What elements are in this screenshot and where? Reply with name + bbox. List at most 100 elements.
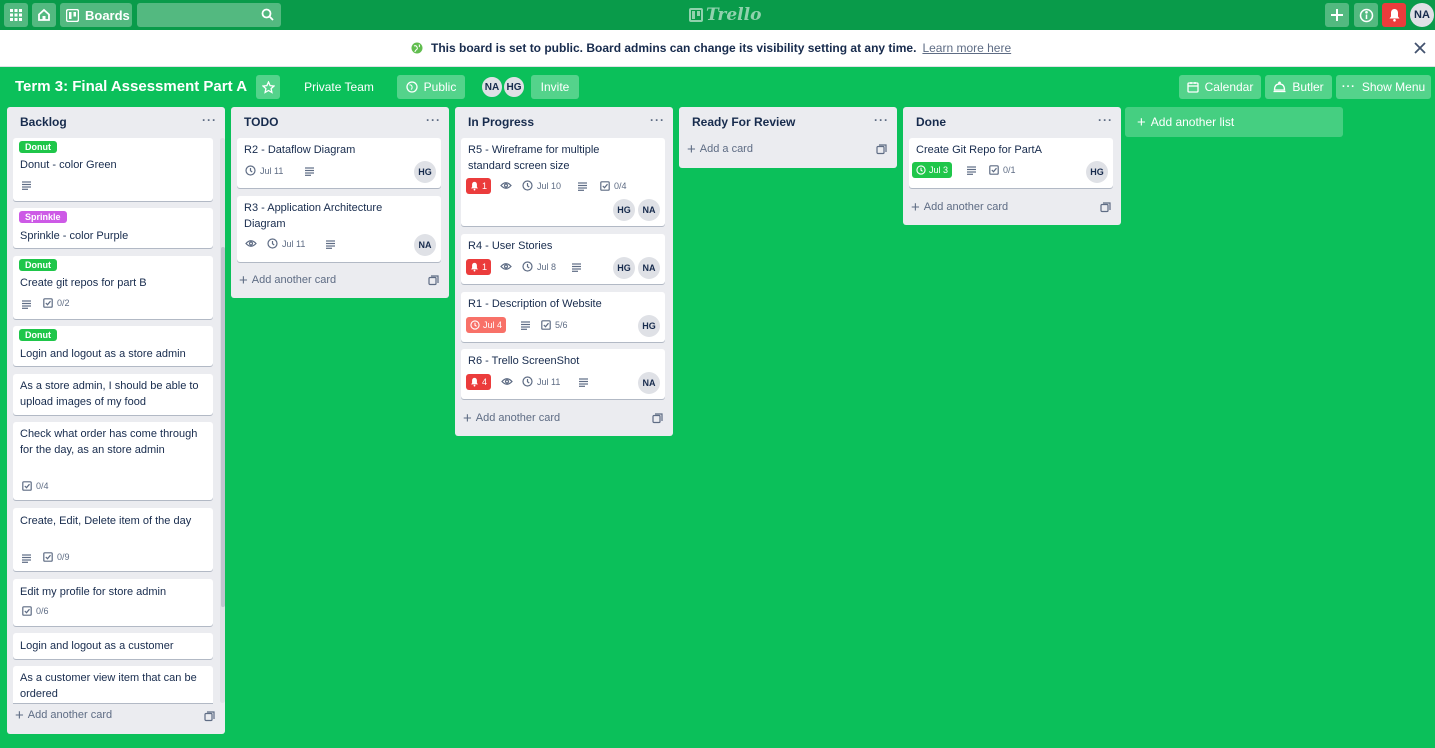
- bell-icon: [1389, 9, 1399, 22]
- due-date: Jul 11: [282, 238, 306, 249]
- description-icon: [22, 554, 31, 563]
- card-title: R3 - Application Architecture Diagram: [244, 202, 383, 230]
- list-title[interactable]: In Progress: [468, 115, 534, 129]
- butler-button[interactable]: Butler: [1265, 75, 1332, 99]
- card-title: Create, Edit, Delete item of the day: [20, 515, 192, 527]
- home-button[interactable]: [32, 3, 56, 27]
- list-title[interactable]: Done: [916, 115, 946, 129]
- checklist-count: 0/4: [36, 481, 49, 491]
- card-upload-images[interactable]: As a store admin, I should be able to up…: [13, 374, 213, 415]
- template-icon[interactable]: [652, 413, 663, 424]
- member-avatar-na[interactable]: NA: [481, 76, 503, 98]
- template-icon[interactable]: [428, 275, 439, 286]
- description-icon: [521, 321, 530, 330]
- list-title[interactable]: Ready For Review: [692, 115, 795, 129]
- description-icon: [578, 182, 587, 191]
- star-button[interactable]: [256, 75, 280, 99]
- member-avatar-hg[interactable]: HG: [613, 199, 635, 221]
- card-r3-application-architecture[interactable]: R3 - Application Architecture Diagram Ju…: [237, 196, 441, 262]
- add-list-button[interactable]: + Add another list: [1125, 107, 1343, 137]
- card-title: R6 - Trello ScreenShot: [468, 355, 580, 367]
- checklist-badge: 0/1: [989, 165, 1016, 175]
- calendar-button[interactable]: Calendar: [1179, 75, 1261, 99]
- card-create-git-repos[interactable]: Donut Create git repos for part B 0/2: [13, 256, 213, 319]
- member-avatar-na[interactable]: NA: [638, 257, 660, 279]
- member-avatar-na[interactable]: NA: [638, 372, 660, 394]
- card-r2-dataflow-diagram[interactable]: R2 - Dataflow Diagram Jul 11 HG: [237, 138, 441, 188]
- watching-badge: [500, 262, 512, 271]
- invite-button[interactable]: Invite: [531, 75, 579, 99]
- list-menu-icon[interactable]: ···: [202, 113, 217, 127]
- calendar-label: Calendar: [1204, 80, 1254, 94]
- notification-count: 1: [482, 262, 488, 272]
- add-card-button[interactable]: + Add a card: [687, 142, 753, 157]
- card-title: As a store admin, I should be able to up…: [20, 380, 199, 408]
- list-scrollbar-thumb[interactable]: [221, 247, 225, 607]
- card-r6-trello-screenshot[interactable]: R6 - Trello ScreenShot 4 Jul 11 NA: [461, 349, 665, 399]
- team-label: Private Team: [304, 80, 374, 94]
- due-date: Jul 8: [537, 261, 557, 272]
- checklist-count: 0/4: [614, 181, 627, 191]
- trello-logo[interactable]: Trello: [689, 5, 761, 25]
- card-create-edit-delete[interactable]: Create, Edit, Delete item of the day 0/9: [13, 508, 213, 571]
- member-avatar-hg[interactable]: HG: [503, 76, 525, 98]
- member-avatar-na[interactable]: NA: [414, 234, 436, 256]
- card-check-orders[interactable]: Check what order has come through for th…: [13, 422, 213, 500]
- add-card-button[interactable]: + Add another card: [239, 273, 336, 288]
- checklist-icon: [989, 165, 999, 175]
- card-create-git-repo-parta[interactable]: Create Git Repo for PartA Jul 3 0/1 HG: [909, 138, 1113, 188]
- card-donut-color-green[interactable]: Donut Donut - color Green: [13, 138, 213, 201]
- apps-button[interactable]: [4, 3, 28, 27]
- list-title[interactable]: TODO: [244, 115, 278, 129]
- globe-icon: [411, 42, 423, 54]
- card-login-logout-customer[interactable]: Login and logout as a customer: [13, 633, 213, 659]
- card-edit-profile[interactable]: Edit my profile for store admin 0/6: [13, 579, 213, 626]
- board-title[interactable]: Term 3: Final Assessment Part A: [15, 78, 247, 95]
- checklist-icon: [22, 606, 32, 616]
- template-icon[interactable]: [204, 711, 215, 722]
- list-title[interactable]: Backlog: [20, 115, 67, 129]
- butler-label: Butler: [1292, 80, 1324, 94]
- learn-more-link[interactable]: Learn more here: [922, 41, 1011, 55]
- card-r4-user-stories[interactable]: R4 - User Stories 1 Jul 8 HG NA: [461, 234, 665, 284]
- bell-icon: [471, 181, 478, 191]
- member-avatar-hg[interactable]: HG: [638, 315, 660, 337]
- member-avatar-na[interactable]: NA: [638, 199, 660, 221]
- list-menu-icon[interactable]: ···: [874, 113, 889, 127]
- card-title: Create git repos for part B: [20, 277, 147, 289]
- show-menu-button[interactable]: ··· Show Menu: [1336, 75, 1431, 99]
- add-card-button[interactable]: + Add another card: [463, 411, 560, 426]
- user-avatar[interactable]: NA: [1410, 3, 1434, 27]
- butler-icon: [1273, 81, 1286, 93]
- create-button[interactable]: [1325, 3, 1349, 27]
- boards-button[interactable]: Boards: [60, 3, 132, 27]
- card-title: Edit my profile for store admin: [20, 586, 167, 598]
- add-card-button[interactable]: + Add another card: [911, 198, 1008, 216]
- apps-icon: [10, 9, 22, 21]
- list-menu-icon[interactable]: ···: [426, 113, 441, 127]
- card-r1-description[interactable]: R1 - Description of Website Jul 4 5/6 HG: [461, 292, 665, 342]
- due-date-badge: Jul 11: [245, 165, 283, 176]
- card-login-logout-store-admin[interactable]: Donut Login and logout as a store admin: [13, 326, 213, 366]
- description-badge: [325, 240, 336, 249]
- list-menu-icon[interactable]: ···: [1098, 113, 1113, 127]
- visibility-button[interactable]: Public: [397, 75, 465, 99]
- template-icon[interactable]: [876, 144, 887, 155]
- card-r5-wireframe[interactable]: R5 - Wireframe for multiple standard scr…: [461, 138, 665, 226]
- member-avatar-hg[interactable]: HG: [613, 257, 635, 279]
- team-button[interactable]: Private Team: [293, 75, 385, 99]
- more-icon: ···: [1341, 81, 1356, 93]
- plus-icon: +: [911, 198, 920, 216]
- template-icon[interactable]: [1100, 202, 1111, 213]
- search-input[interactable]: [137, 3, 281, 27]
- card-sprinkle-color-purple[interactable]: Sprinkle Sprinkle - color Purple: [13, 208, 213, 248]
- list-menu-icon[interactable]: ···: [650, 113, 665, 127]
- member-avatar-hg[interactable]: HG: [1086, 161, 1108, 183]
- member-avatar-hg[interactable]: HG: [414, 161, 436, 183]
- card-view-items[interactable]: As a customer view item that can be orde…: [13, 666, 213, 703]
- info-button[interactable]: [1354, 3, 1378, 27]
- notifications-button[interactable]: [1382, 3, 1406, 27]
- add-card-button[interactable]: + Add another card: [15, 708, 112, 723]
- star-icon: [261, 80, 275, 94]
- close-icon[interactable]: [1413, 41, 1427, 55]
